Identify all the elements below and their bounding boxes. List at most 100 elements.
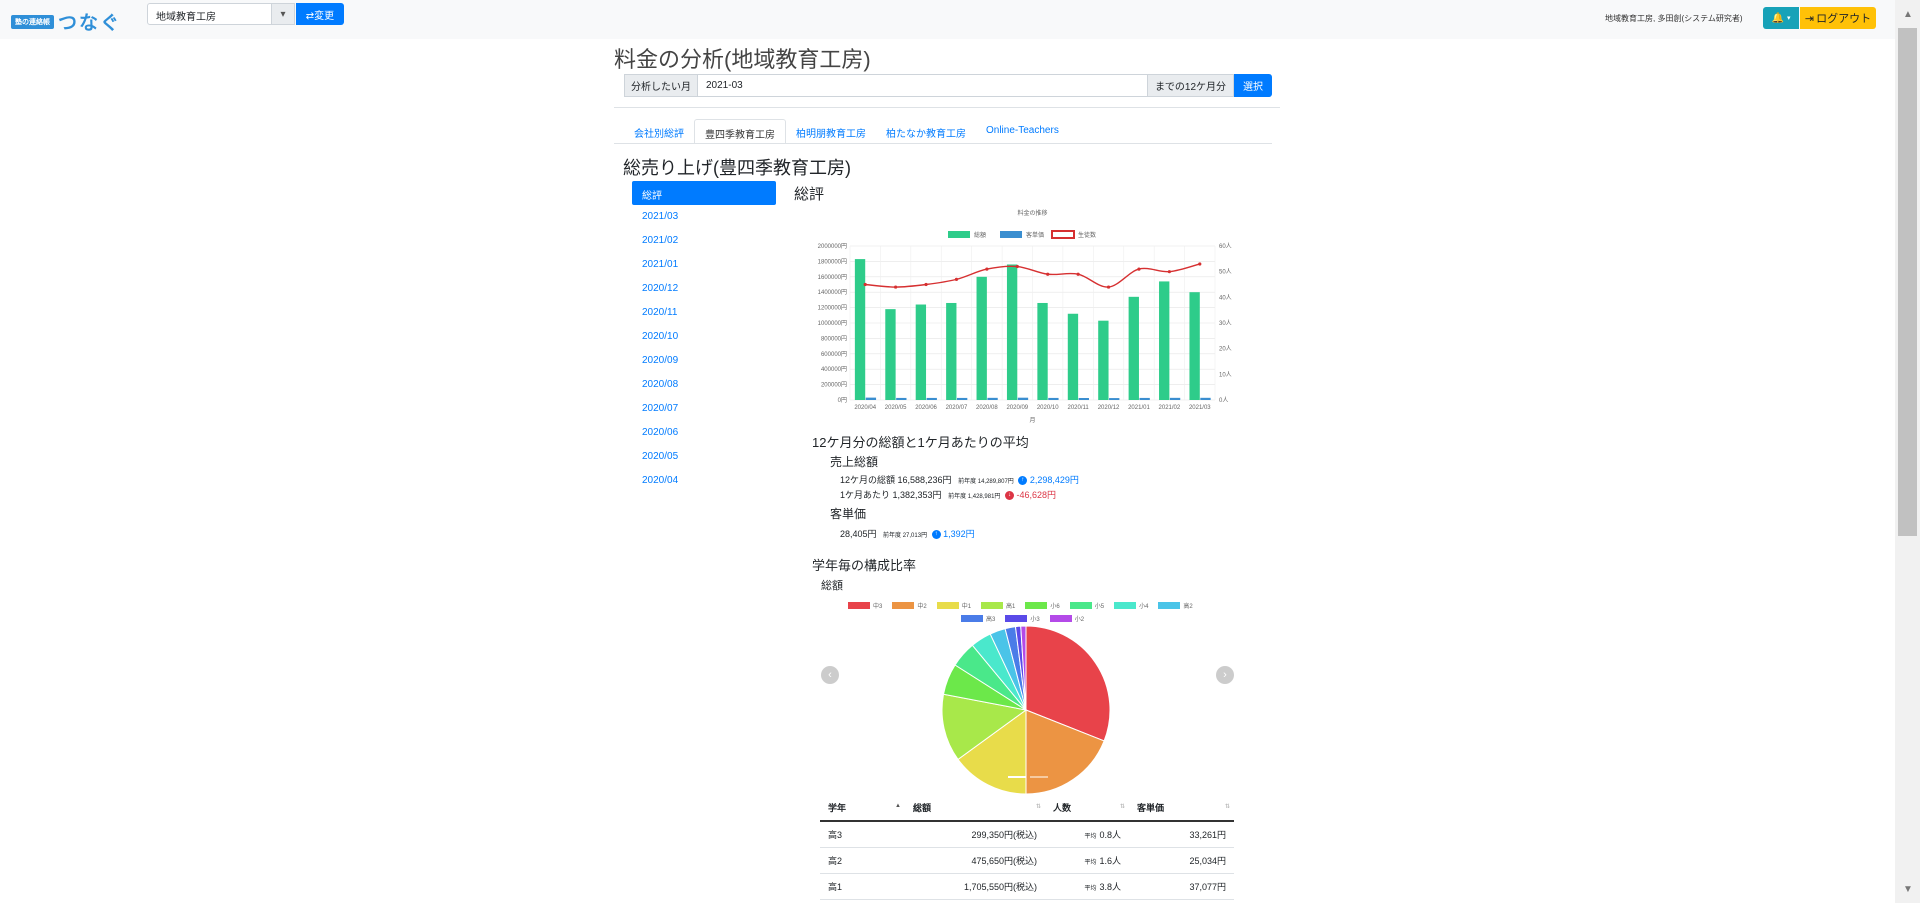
tab-company-overview[interactable]: 会社別総評 <box>624 119 694 144</box>
cell-count: 平均 0.8人 <box>1045 821 1129 848</box>
bar <box>1200 397 1211 400</box>
fee-trend-chart: 料金の推移総額 客単価 生徒数 0円 200000円 400000円 600000円 8000… <box>818 209 1232 424</box>
legend-label: 中1 <box>961 604 972 610</box>
pie-legend-item[interactable]: 高1 <box>981 601 1015 610</box>
pie-legend-item[interactable]: 高2 <box>1158 601 1193 610</box>
tab-toyoshiki[interactable]: 豊四季教育工房 <box>694 119 786 144</box>
pie-legend-item[interactable]: 小6 <box>1025 601 1060 610</box>
chevron-down-icon[interactable]: ▾ <box>271 3 295 25</box>
scroll-up-icon[interactable]: ▲ <box>1903 9 1913 20</box>
month-suffix: までの12ケ月分 <box>1148 74 1234 97</box>
side-nav-month[interactable]: 2020/12 <box>632 277 776 301</box>
left-tick-label: 1600000円 <box>818 274 847 281</box>
logo-text: つなぐ <box>58 13 122 34</box>
sort-icon: ⇅ <box>1035 804 1041 810</box>
side-nav-month[interactable]: 2020/09 <box>632 349 776 373</box>
count-value: 1.6人 <box>1099 856 1121 866</box>
cell-grade: 高3 <box>820 821 905 848</box>
total-prev: 前年度 14,289,807円 <box>958 479 1014 485</box>
cell-total: 1,705,550円(税込) <box>905 873 1045 900</box>
bar <box>1006 264 1018 400</box>
line-point <box>1167 270 1171 274</box>
select-button[interactable]: 選択 <box>1234 74 1272 97</box>
x-tick-label: 2020/05 <box>885 405 907 411</box>
line-point <box>863 282 867 287</box>
pie-legend-item[interactable]: 中3 <box>848 601 882 610</box>
sort-icon: ⇅ <box>1119 804 1125 810</box>
col-grade[interactable]: 学年 ▲ <box>820 794 905 822</box>
pie-legend-item[interactable]: 高3 <box>961 614 995 623</box>
carousel-indicator[interactable] <box>1008 776 1026 778</box>
legend-label: 総額 <box>974 231 986 239</box>
section-title: 総売り上げ(豊四季教育工房) <box>623 158 851 178</box>
legend-label: 小6 <box>1050 604 1060 610</box>
side-nav-month[interactable]: 2020/04 <box>632 469 776 493</box>
side-nav-month[interactable]: 2021/03 <box>632 205 776 229</box>
legend-label: 高2 <box>1183 604 1193 610</box>
left-tick-label: 1200000円 <box>818 305 847 312</box>
bar <box>1189 292 1200 400</box>
bar <box>1067 313 1079 400</box>
tab-online-teachers[interactable]: Online-Teachers <box>976 119 1069 144</box>
pie-legend-item[interactable]: 小5 <box>1069 601 1104 610</box>
legend-swatch <box>892 602 915 609</box>
scrollbar-thumb[interactable] <box>1898 28 1917 536</box>
bar <box>915 304 927 400</box>
pie-legend-item[interactable]: 小2 <box>1049 614 1085 623</box>
side-nav-month[interactable]: 2020/08 <box>632 373 776 397</box>
col-total-label: 総額 <box>913 802 932 813</box>
side-nav-month[interactable]: 2020/07 <box>632 397 776 421</box>
side-nav-month[interactable]: 2020/11 <box>632 301 776 325</box>
monthly-diff: -46,628円 <box>1016 490 1056 500</box>
cell-unit: 37,077円 <box>1129 873 1234 900</box>
side-nav-month[interactable]: 2021/01 <box>632 253 776 277</box>
ratio-title: 学年毎の構成比率 <box>812 558 917 573</box>
line-point <box>1015 264 1019 269</box>
total-diff: 2,298,429円 <box>1029 475 1079 485</box>
avg-tag: 平均 <box>1084 860 1097 866</box>
pie-legend-item[interactable]: 小3 <box>1005 614 1040 623</box>
line-point <box>1046 272 1050 276</box>
month-input[interactable]: 2021-03 <box>698 74 1148 97</box>
bar <box>885 309 896 400</box>
x-tick-label: 2021/02 <box>1159 405 1181 411</box>
count-value: 0.8人 <box>1099 830 1121 840</box>
carousel-prev-button[interactable]: ‹ <box>821 666 839 684</box>
col-total[interactable]: 総額 ⇅ <box>905 794 1045 822</box>
x-tick-label: 2021/01 <box>1128 405 1150 411</box>
carousel-next-button[interactable]: › <box>1216 666 1234 684</box>
side-nav-month[interactable]: 2021/02 <box>632 229 776 253</box>
change-button[interactable]: ⇄変更 <box>296 3 344 25</box>
cell-unit: 33,261円 <box>1129 821 1234 848</box>
side-nav-month[interactable]: 2020/10 <box>632 325 776 349</box>
tab-kashiwa-meiho[interactable]: 柏明朋教育工房 <box>786 119 876 144</box>
side-nav-month[interactable]: 2020/05 <box>632 445 776 469</box>
scroll-down-icon[interactable]: ▼ <box>1903 884 1913 895</box>
legend-label: 生徒数 <box>1078 231 1096 239</box>
left-tick-label: 0円 <box>838 397 847 404</box>
table-row: 高1 1,705,550円(税込) 平均 3.8人 37,077円 <box>820 873 1234 900</box>
unit-diff: 1,392円 <box>943 529 975 539</box>
tab-kashiwa-tanaka[interactable]: 柏たなか教育工房 <box>876 119 976 144</box>
overview-title: 総評 <box>794 186 825 203</box>
cell-grade: 高2 <box>820 847 905 874</box>
logout-button[interactable]: ⇥ ログアウト <box>1800 7 1876 29</box>
side-nav-overview[interactable]: 総評 <box>632 181 776 205</box>
side-nav-month[interactable]: 2020/06 <box>632 421 776 445</box>
notification-button[interactable]: 🔔 ▾ <box>1763 7 1799 29</box>
col-unit[interactable]: 客単価 ⇅ <box>1129 794 1234 822</box>
month-side-nav: 総評 2021/03 2021/02 2021/01 2020/12 2020/… <box>632 181 776 493</box>
up-arrow-icon: ↑ <box>931 530 941 540</box>
legend-swatch <box>1005 615 1028 622</box>
app-logo[interactable]: 塾の連絡帳 つなぐ <box>11 8 121 35</box>
bar <box>946 302 957 400</box>
up-arrow-icon: ↑ <box>1018 476 1028 486</box>
carousel-indicator[interactable] <box>1030 776 1048 778</box>
pie-legend-item[interactable]: 中1 <box>936 601 972 610</box>
col-count[interactable]: 人数 ⇅ <box>1045 794 1129 822</box>
legend-label: 小2 <box>1074 617 1085 623</box>
pie-legend-item[interactable]: 中2 <box>892 601 927 610</box>
monthly-value: 1ケ月あたり 1,382,353円 <box>840 490 942 500</box>
pie-legend-item[interactable]: 小4 <box>1114 601 1148 610</box>
bar <box>1109 398 1120 400</box>
